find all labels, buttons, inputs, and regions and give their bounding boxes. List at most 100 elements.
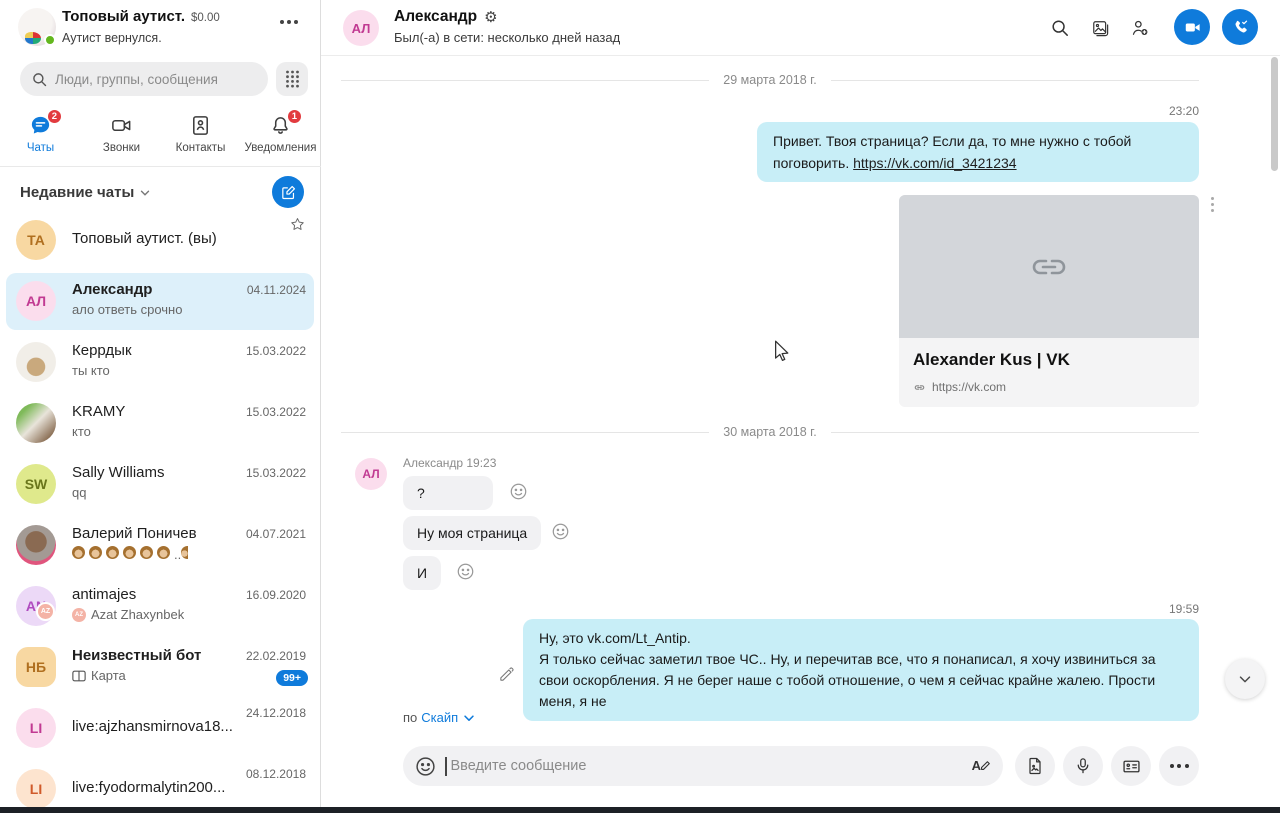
avatar-art	[25, 32, 41, 44]
via-prefix: по	[403, 710, 417, 725]
recent-chats-dropdown[interactable]: Недавние чаты	[20, 184, 152, 201]
via-service-selector[interactable]: по Скайп	[403, 710, 476, 725]
sender-name-time: Александр 19:23	[403, 456, 496, 470]
search-bar[interactable]	[20, 62, 268, 96]
dialpad-button[interactable]	[276, 62, 308, 96]
chat-preview-text: Карта	[91, 668, 126, 683]
recent-chats-label: Недавние чаты	[20, 184, 134, 201]
chat-list: ТА Топовый аутист. (вы) АЛ Александр ало…	[0, 210, 320, 813]
date-divider-text: 30 марта 2018 г.	[723, 425, 816, 439]
calls-icon	[110, 114, 133, 138]
tab-notifications-label: Уведомления	[245, 142, 317, 154]
add-reaction-button[interactable]	[507, 480, 529, 502]
tab-chats-label: Чаты	[27, 142, 54, 154]
more-actions-button[interactable]	[1159, 746, 1199, 786]
chat-preview-text: Azat Zhaxynbek	[91, 607, 184, 622]
add-reaction-button[interactable]	[454, 560, 476, 582]
chat-date: 24.12.2018	[246, 706, 306, 720]
tab-notifications[interactable]: 1 Уведомления	[240, 112, 321, 164]
chat-preview: qq	[72, 485, 86, 500]
avatar: LI	[16, 769, 56, 809]
avatar-photo	[16, 342, 56, 382]
chat-date: 04.11.2024	[247, 283, 306, 297]
link-preview-url-row: https://vk.com	[913, 380, 1185, 394]
outgoing-message: Ну, это vk.com/Lt_Antip. Я только сейчас…	[523, 619, 1199, 721]
tab-contacts[interactable]: Контакты	[160, 112, 241, 164]
attach-file-button[interactable]	[1015, 746, 1055, 786]
message-link[interactable]: https://vk.com/id_3421234	[853, 153, 1016, 173]
profile-status-message: Аутист вернулся.	[62, 31, 162, 45]
date-divider-text: 29 марта 2018 г.	[723, 73, 816, 87]
contact-card-button[interactable]	[1111, 746, 1151, 786]
chat-date: 16.09.2020	[246, 588, 306, 602]
avatar: LI	[16, 708, 56, 748]
tab-chats[interactable]: 2 Чаты	[0, 112, 81, 164]
group-sub-avatar: AZ	[36, 602, 55, 621]
sender-avatar: АЛ	[355, 458, 387, 490]
tab-calls-label: Звонки	[103, 142, 140, 154]
search-conversation-button[interactable]	[1049, 17, 1071, 39]
taskbar-edge	[0, 807, 1280, 813]
peer-name: Александр	[394, 8, 477, 26]
scroll-to-bottom-button[interactable]	[1225, 659, 1265, 699]
chat-row-aleksandr[interactable]: АЛ Александр ало ответь срочно 04.11.202…	[0, 271, 320, 332]
conversation-pane: АЛ Александр ⚙ Был(-а) в сети: несколько…	[321, 0, 1280, 813]
more-options-button[interactable]	[280, 20, 298, 24]
video-call-button[interactable]	[1174, 9, 1210, 45]
add-people-button[interactable]	[1129, 17, 1151, 39]
chat-preview: кто	[72, 424, 91, 439]
chat-row-live-ajzhansmirnova[interactable]: LI live:ajzhansmirnova18... 24.12.2018	[0, 698, 320, 759]
chat-row-kramy[interactable]: KRAMY кто 15.03.2022	[0, 393, 320, 454]
message-options-button[interactable]	[1211, 197, 1214, 212]
date-divider: 30 марта 2018 г.	[341, 425, 1199, 439]
text-format-button[interactable]: A	[972, 760, 991, 772]
chat-name: Неизвестный бот	[72, 647, 201, 664]
edit-pencil-icon[interactable]	[498, 666, 515, 683]
message-input[interactable]	[451, 758, 963, 774]
chat-row-valeriy-ponichev[interactable]: Валерий Поничев .. 04.07.2021	[0, 515, 320, 576]
audio-call-button[interactable]	[1222, 9, 1258, 45]
star-icon[interactable]	[289, 216, 306, 233]
via-service: Скайп	[421, 710, 458, 725]
voice-message-button[interactable]	[1063, 746, 1103, 786]
outgoing-message: Привет. Твоя страница? Если да, то мне н…	[757, 122, 1199, 182]
incoming-message: Ну моя страница	[403, 516, 541, 550]
profile-name[interactable]: Топовый аутист.$0.00	[62, 8, 220, 25]
peer-name-row[interactable]: Александр ⚙	[394, 8, 498, 26]
chat-row-antimajes[interactable]: AN AZ antimajes AZAzat Zhaxynbek 16.09.2…	[0, 576, 320, 637]
gallery-button[interactable]	[1089, 17, 1111, 39]
chat-preview: Карта	[72, 668, 126, 683]
emoji-button[interactable]	[415, 756, 436, 777]
chat-date: 15.03.2022	[246, 344, 306, 358]
chat-row-topovyi-autist[interactable]: ТА Топовый аутист. (вы)	[0, 210, 320, 271]
peer-avatar[interactable]: АЛ	[343, 10, 379, 46]
message-timestamp: 23:20	[1169, 104, 1199, 118]
divider	[0, 166, 321, 167]
chat-name: KRAMY	[72, 403, 125, 420]
link-preview-title: Alexander Kus | VK	[913, 350, 1185, 370]
search-input[interactable]	[55, 72, 256, 87]
date-divider: 29 марта 2018 г.	[341, 73, 1199, 87]
add-reaction-button[interactable]	[549, 520, 571, 542]
unread-count-badge: 99+	[276, 670, 308, 686]
peer-last-seen: Был(-а) в сети: несколько дней назад	[394, 30, 620, 45]
sidebar: Топовый аутист.$0.00 Аутист вернулся. 2 …	[0, 0, 321, 813]
presence-online-dot	[44, 34, 56, 46]
avatar: АЛ	[16, 281, 56, 321]
tab-calls[interactable]: Звонки	[81, 112, 162, 164]
chat-row-live-fyodormalytin[interactable]: LI live:fyodormalytin200... 08.12.2018	[0, 759, 320, 813]
chat-preview: ты кто	[72, 363, 110, 378]
chat-row-neizvestnyi-bot[interactable]: НБ Неизвестный бот Карта 22.02.2019 99+	[0, 637, 320, 698]
gear-icon[interactable]: ⚙	[484, 8, 497, 26]
chat-name: Топовый аутист. (вы)	[72, 230, 217, 247]
new-chat-button[interactable]	[272, 176, 304, 208]
chat-date: 04.07.2021	[246, 527, 306, 541]
incoming-message: И	[403, 556, 441, 590]
chat-name: Валерий Поничев	[72, 525, 197, 542]
notifications-icon: 1	[269, 114, 292, 138]
chat-date: 15.03.2022	[246, 405, 306, 419]
scrollbar-thumb[interactable]	[1271, 57, 1278, 171]
chat-row-kerrdyk[interactable]: Керрдык ты кто 15.03.2022	[0, 332, 320, 393]
link-preview-card[interactable]: Alexander Kus | VK https://vk.com	[899, 195, 1199, 407]
chat-row-sally-williams[interactable]: SW Sally Williams qq 15.03.2022	[0, 454, 320, 515]
